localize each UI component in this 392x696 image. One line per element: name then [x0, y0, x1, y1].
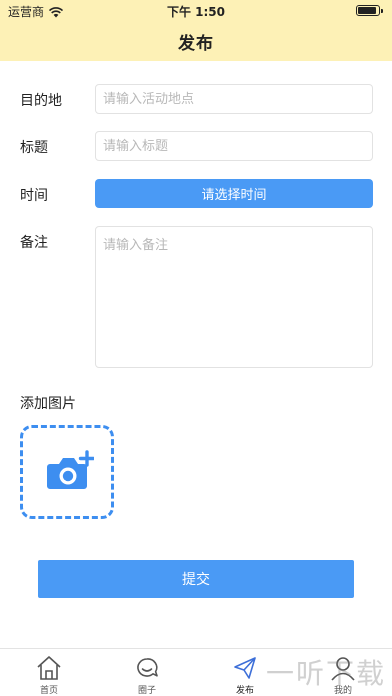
tab-home-label: 首页: [39, 686, 58, 696]
title-input[interactable]: [95, 131, 373, 161]
submit-button[interactable]: 提交: [38, 560, 354, 598]
header: 运营商 下午 1:50 发布: [0, 0, 392, 61]
add-image-label: 添加图片: [20, 396, 76, 412]
note-textarea[interactable]: [95, 226, 373, 368]
select-time-button[interactable]: 请选择时间: [95, 179, 373, 208]
status-time: 下午 1:50: [166, 5, 226, 19]
status-bar: 运营商 下午 1:50: [0, 0, 392, 22]
home-icon: [37, 656, 61, 680]
title-label: 标题: [20, 140, 48, 156]
add-image-button[interactable]: [20, 425, 114, 519]
time-label: 时间: [20, 188, 48, 204]
tab-circle[interactable]: 圈子: [98, 649, 196, 696]
battery-icon: [356, 5, 383, 16]
add-camera-icon: [47, 450, 94, 489]
send-icon: [234, 657, 256, 679]
destination-label: 目的地: [20, 93, 62, 109]
watermark-text: 一听下载: [266, 657, 387, 690]
destination-input[interactable]: [95, 84, 373, 114]
page-title: 发布: [178, 34, 214, 54]
tab-circle-label: 圈子: [137, 686, 156, 696]
tab-home[interactable]: 首页: [0, 649, 98, 696]
note-label: 备注: [20, 235, 48, 251]
chat-icon: [137, 658, 158, 677]
